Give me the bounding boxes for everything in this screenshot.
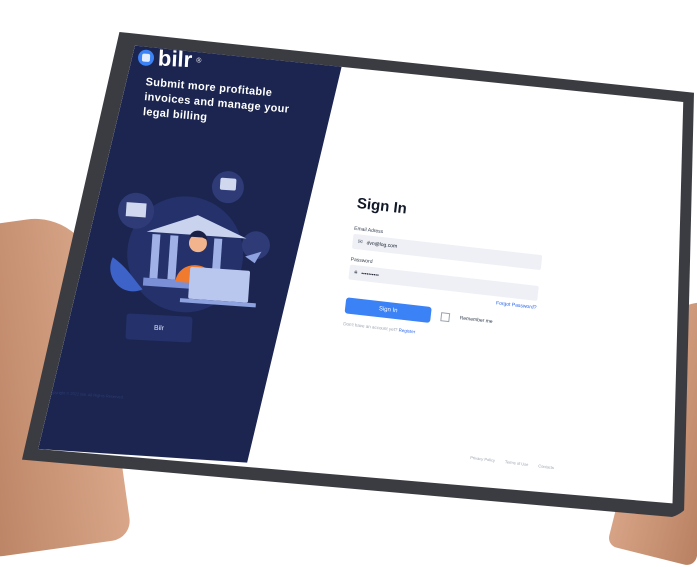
terms-of-use-link[interactable]: Terms of Use: [505, 459, 529, 467]
privacy-policy-link[interactable]: Privacy Policy: [470, 455, 495, 463]
sign-in-button[interactable]: Sign In: [344, 297, 432, 323]
logo-mark-icon: [137, 49, 155, 67]
register-link[interactable]: Register: [398, 327, 415, 334]
lawyer-illustration: [110, 171, 270, 313]
contacts-link[interactable]: Contacts: [538, 463, 554, 470]
registered-mark: ®: [196, 56, 202, 65]
footer-links: Privacy Policy Terms of Use Contacts: [470, 455, 554, 470]
remember-me-checkbox[interactable]: [440, 311, 451, 322]
tablet-screen: bilr ® Submit more profitable invoices an…: [38, 45, 684, 504]
email-value: dvn@log.com: [366, 239, 398, 250]
mail-icon: ✉: [357, 239, 363, 246]
sign-in-form: Sign In Email Adress ✉ dvn@log.com Passw…: [343, 195, 567, 350]
remember-me-label: Remember me: [459, 315, 493, 326]
password-value: ••••••••••: [361, 270, 380, 279]
bilr-app-button[interactable]: Bilr: [125, 313, 193, 343]
lock-icon: 🔒︎: [353, 269, 358, 276]
no-account-text: Don't have an account yet?: [343, 321, 398, 333]
